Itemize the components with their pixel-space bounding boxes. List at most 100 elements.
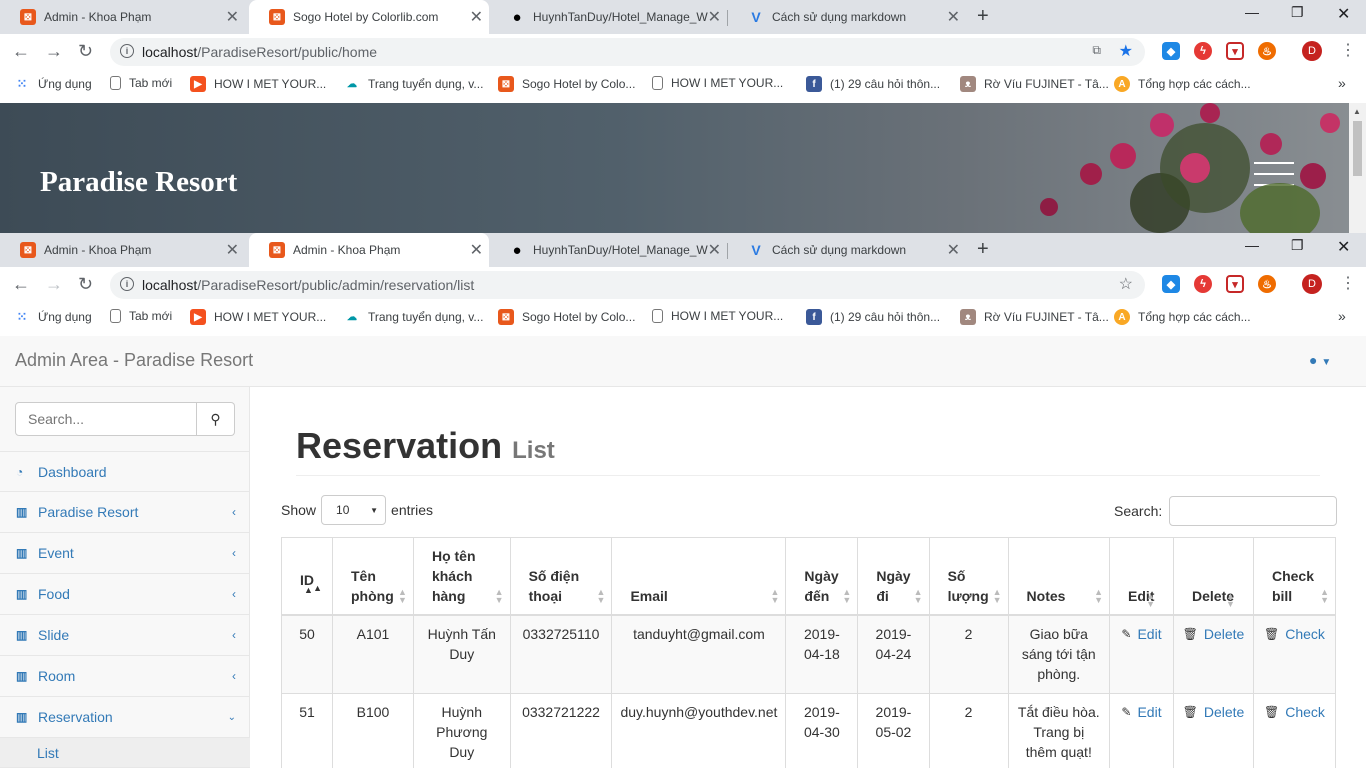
- sidebar-item-event[interactable]: ▥ Event ‹: [0, 533, 250, 574]
- reload-icon[interactable]: ↻: [78, 41, 93, 62]
- close-icon[interactable]: ✕: [708, 240, 721, 260]
- entries-select[interactable]: 10 ▼: [321, 495, 387, 525]
- column-header-departure[interactable]: Ngày đi ▲ ▼: [857, 537, 930, 616]
- minimize-icon[interactable]: —: [1245, 4, 1259, 20]
- bookmark-item[interactable]: ⊠ Sogo Hotel by Colo...: [498, 309, 635, 325]
- bookmark-item[interactable]: HOW I MET YOUR...: [652, 76, 783, 90]
- info-icon[interactable]: i: [120, 44, 134, 58]
- edit-link[interactable]: ✎ Edit: [1118, 702, 1165, 722]
- delete-link[interactable]: 🗑 Delete: [1182, 624, 1245, 644]
- column-header-arrival[interactable]: Ngày đến ▲ ▼: [785, 537, 859, 616]
- forward-icon[interactable]: →: [45, 274, 63, 295]
- menu-kebab-icon[interactable]: ⋮: [1340, 273, 1356, 293]
- column-header-quantity[interactable]: Số lượng ▲ ▼: [928, 537, 1009, 616]
- bookmark-item[interactable]: ▶ HOW I MET YOUR...: [190, 309, 326, 325]
- menu-kebab-icon[interactable]: ⋮: [1340, 40, 1356, 60]
- bookmark-item[interactable]: ⁙ Ứng dụng: [14, 309, 92, 325]
- avatar[interactable]: D: [1302, 274, 1322, 294]
- check-link[interactable]: 🗑 Check: [1262, 624, 1327, 644]
- sidebar-search-input[interactable]: [15, 402, 197, 436]
- star-icon[interactable]: ★: [1119, 41, 1133, 61]
- column-header-delete[interactable]: Delete ▲ ▼: [1173, 537, 1254, 616]
- translate-icon[interactable]: ⧉: [1092, 43, 1101, 58]
- scrollbar[interactable]: ▲: [1349, 103, 1366, 233]
- bookmark-item[interactable]: ᴥ Rờ Víu FUJINET - Tâ...: [960, 309, 1109, 325]
- bookmark-item[interactable]: ☁ Trang tuyển dụng, v...: [344, 309, 483, 325]
- check-link[interactable]: 🗑 Check: [1262, 702, 1327, 722]
- sidebar-item-slide[interactable]: ▥ Slide ‹: [0, 615, 250, 656]
- new-tab-icon[interactable]: +: [977, 5, 989, 28]
- bookmark-item[interactable]: HOW I MET YOUR...: [652, 309, 783, 323]
- browser-tab-active[interactable]: ⊠ Sogo Hotel by Colorlib.com ✕: [249, 0, 489, 34]
- more-bookmarks-icon[interactable]: »: [1338, 308, 1346, 324]
- info-icon[interactable]: i: [120, 277, 134, 291]
- bookmark-item[interactable]: ⁙ Ứng dụng: [14, 76, 92, 92]
- browser-tab[interactable]: ● HuynhTanDuy/Hotel_Manage_We ✕: [489, 233, 727, 267]
- column-header-customer-name[interactable]: Họ tên khách hàng ▲ ▼: [412, 537, 511, 616]
- delete-link[interactable]: 🗑 Delete: [1182, 702, 1245, 722]
- ext-fire-icon[interactable]: ♨: [1258, 42, 1276, 60]
- bookmark-item[interactable]: ▶ HOW I MET YOUR...: [190, 76, 326, 92]
- close-icon[interactable]: ✕: [226, 240, 239, 260]
- close-icon[interactable]: ✕: [947, 7, 960, 27]
- close-icon[interactable]: ✕: [470, 240, 483, 260]
- new-tab-icon[interactable]: +: [977, 238, 989, 261]
- sidebar-item-reservation[interactable]: ▥ Reservation ⌄: [0, 697, 250, 738]
- sidebar-item-dashboard[interactable]: ◔ Dashboard: [0, 451, 250, 492]
- address-bar[interactable]: i localhost/ParadiseResort/public/home ⧉…: [110, 38, 1145, 66]
- ext-drop-icon[interactable]: ◆: [1162, 275, 1180, 293]
- ext-pocket-icon[interactable]: ▾: [1226, 42, 1244, 60]
- ext-drop-icon[interactable]: ◆: [1162, 42, 1180, 60]
- search-button[interactable]: ⚲: [197, 402, 235, 436]
- sidebar-item-food[interactable]: ▥ Food ‹: [0, 574, 250, 615]
- browser-tab[interactable]: V Cách sử dụng markdown ✕: [728, 233, 966, 267]
- column-header-phone[interactable]: Số điện thoại ▲ ▼: [509, 537, 613, 616]
- ext-fire-icon[interactable]: ♨: [1258, 275, 1276, 293]
- back-icon[interactable]: ←: [12, 41, 30, 62]
- more-bookmarks-icon[interactable]: »: [1338, 75, 1346, 91]
- close-window-icon[interactable]: ✕: [1337, 237, 1350, 257]
- column-header-email[interactable]: Email ▲ ▼: [611, 537, 787, 616]
- close-icon[interactable]: ✕: [947, 240, 960, 260]
- close-icon[interactable]: ✕: [708, 7, 721, 27]
- ext-pocket-icon[interactable]: ▾: [1226, 275, 1244, 293]
- close-window-icon[interactable]: ✕: [1337, 4, 1350, 24]
- bookmark-item[interactable]: A Tổng hợp các cách...: [1114, 76, 1251, 92]
- user-menu[interactable]: ● ▼: [1309, 352, 1331, 368]
- bookmark-item[interactable]: Tab mới: [110, 76, 172, 90]
- column-header-notes[interactable]: Notes ▲ ▼: [1007, 537, 1111, 616]
- maximize-icon[interactable]: ❐: [1291, 237, 1304, 254]
- column-header-edit[interactable]: Edit ▲ ▼: [1109, 537, 1174, 616]
- table-search-input[interactable]: [1169, 496, 1338, 526]
- brand-link[interactable]: Admin Area - Paradise Resort: [15, 350, 253, 371]
- bookmark-item[interactable]: ☁ Trang tuyển dụng, v...: [344, 76, 483, 92]
- maximize-icon[interactable]: ❐: [1291, 4, 1304, 21]
- close-icon[interactable]: ✕: [470, 7, 483, 27]
- close-icon[interactable]: ✕: [226, 7, 239, 27]
- bookmark-item[interactable]: ᴥ Rờ Víu FUJINET - Tâ...: [960, 76, 1109, 92]
- bookmark-item[interactable]: f (1) 29 câu hỏi thôn...: [806, 309, 940, 325]
- bookmark-item[interactable]: Tab mới: [110, 309, 172, 323]
- bookmark-item[interactable]: A Tổng hợp các cách...: [1114, 309, 1251, 325]
- bookmark-item[interactable]: ⊠ Sogo Hotel by Colo...: [498, 76, 635, 92]
- column-header-id[interactable]: ID ▲ ▲: [281, 537, 333, 616]
- avatar[interactable]: D: [1302, 41, 1322, 61]
- sidebar-subitem-list[interactable]: List: [0, 738, 250, 768]
- column-header-check-bill[interactable]: Check bill ▲ ▼: [1252, 537, 1337, 616]
- bookmark-item[interactable]: f (1) 29 câu hỏi thôn...: [806, 76, 940, 92]
- forward-icon[interactable]: →: [45, 41, 63, 62]
- ext-bolt-icon[interactable]: ϟ: [1194, 42, 1212, 60]
- address-bar[interactable]: i localhost/ParadiseResort/public/admin/…: [110, 271, 1145, 299]
- sidebar-item-room[interactable]: ▥ Room ‹: [0, 656, 250, 697]
- back-icon[interactable]: ←: [12, 274, 30, 295]
- minimize-icon[interactable]: —: [1245, 237, 1259, 253]
- browser-tab[interactable]: ⊠ Admin - Khoa Phạm ✕: [0, 233, 245, 267]
- ext-bolt-icon[interactable]: ϟ: [1194, 275, 1212, 293]
- edit-link[interactable]: ✎ Edit: [1118, 624, 1165, 644]
- reload-icon[interactable]: ↻: [78, 274, 93, 295]
- browser-tab[interactable]: V Cách sử dụng markdown ✕: [728, 0, 966, 34]
- star-icon[interactable]: ☆: [1119, 274, 1133, 294]
- column-header-room[interactable]: Tên phòng ▲ ▼: [332, 537, 414, 616]
- browser-tab[interactable]: ● HuynhTanDuy/Hotel_Manage_We ✕: [489, 0, 727, 34]
- browser-tab-active[interactable]: ⊠ Admin - Khoa Phạm ✕: [249, 233, 489, 267]
